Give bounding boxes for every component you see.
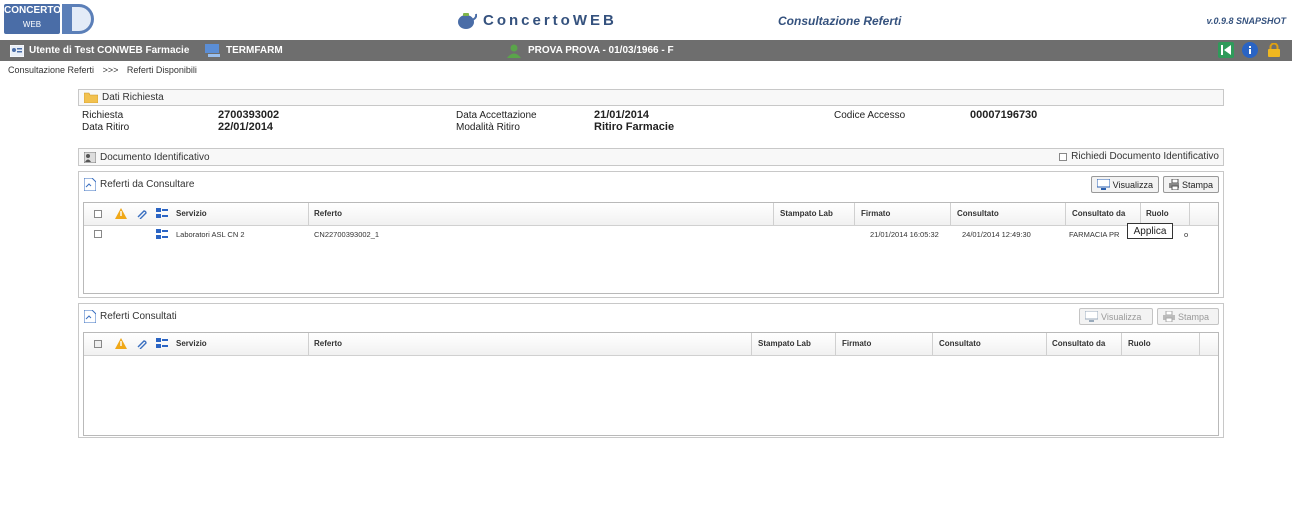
documento-title: Documento Identificativo bbox=[100, 151, 210, 163]
referti-da-consultare-grid: Servizio Referto Stampato Lab Firmato Co… bbox=[83, 202, 1219, 294]
referti-da-consultare-panel: Referti da Consultare Visualizza Stampa … bbox=[78, 171, 1224, 298]
column-stampato[interactable]: Stampato Lab bbox=[780, 209, 833, 218]
dati-richiesta-content: Richiesta 2700393002 Data Ritiro 22/01/2… bbox=[82, 109, 1222, 134]
breadcrumb-item-disponibili[interactable]: Referti Disponibili bbox=[127, 65, 197, 75]
documento-header: Documento Identificativo Richiedi Docume… bbox=[78, 148, 1224, 166]
terminal-info: TERMFARM bbox=[205, 40, 283, 61]
row-consultato: 24/01/2014 12:49:30 bbox=[962, 230, 1031, 239]
attachment-icon bbox=[137, 340, 147, 349]
terminal-icon bbox=[205, 44, 220, 57]
patient-info: PROVA PROVA - 01/03/1966 - F bbox=[507, 40, 674, 61]
userbar-actions bbox=[1218, 42, 1282, 58]
referti-consultati-grid: Servizio Referto Stampato Lab Firmato Co… bbox=[83, 332, 1219, 436]
brand: ConcertoWEB bbox=[455, 8, 617, 32]
row-checkbox[interactable] bbox=[94, 230, 102, 238]
column-firmato[interactable]: Firmato bbox=[842, 339, 871, 348]
info-icon[interactable] bbox=[1242, 42, 1258, 58]
service-icon bbox=[156, 229, 168, 239]
lock-icon[interactable] bbox=[1266, 42, 1282, 58]
breadcrumb-item-consultazione[interactable]: Consultazione Referti bbox=[8, 65, 94, 75]
stampa-button[interactable]: Stampa bbox=[1163, 176, 1219, 193]
column-stampato[interactable]: Stampato Lab bbox=[758, 339, 811, 348]
stampa-consultati-button[interactable]: Stampa bbox=[1157, 308, 1219, 325]
service-icon bbox=[156, 208, 168, 218]
service-icon bbox=[156, 338, 168, 348]
codice-accesso-value: 00007196730 bbox=[970, 109, 1038, 121]
column-ruolo[interactable]: Ruolo bbox=[1128, 339, 1151, 348]
column-consultato[interactable]: Consultato bbox=[957, 209, 999, 218]
grid-header: Servizio Referto Stampato Lab Firmato Co… bbox=[84, 333, 1218, 356]
patient-icon bbox=[507, 44, 521, 58]
column-firmato[interactable]: Firmato bbox=[861, 209, 890, 218]
column-consultato-da[interactable]: Consultato da bbox=[1052, 339, 1105, 348]
teapot-icon bbox=[458, 13, 477, 29]
data-accettazione-label: Data Accettazione bbox=[456, 110, 537, 121]
column-consultato[interactable]: Consultato bbox=[939, 339, 981, 348]
dati-richiesta-header: Dati Richiesta bbox=[78, 89, 1224, 106]
warning-icon bbox=[115, 208, 127, 219]
column-ruolo[interactable]: Ruolo bbox=[1146, 209, 1169, 218]
select-all-checkbox[interactable] bbox=[94, 210, 102, 218]
breadcrumb: Consultazione Referti >>> Referti Dispon… bbox=[8, 65, 203, 75]
column-consultato-da[interactable]: Consultato da bbox=[1072, 209, 1125, 218]
patient-name: PROVA PROVA - 01/03/1966 - F bbox=[528, 45, 674, 56]
warning-icon bbox=[115, 338, 127, 349]
monitor-icon bbox=[1097, 179, 1110, 190]
dati-richiesta-title: Dati Richiesta bbox=[102, 92, 164, 103]
user-info: Utente di Test CONWEB Farmacie bbox=[10, 40, 189, 61]
row-referto: CN22700393002_1 bbox=[314, 230, 380, 239]
document-icon bbox=[84, 177, 96, 191]
id-document-icon bbox=[84, 151, 96, 163]
row-consultato-da: FARMACIA PR bbox=[1069, 230, 1120, 239]
grid-header: Servizio Referto Stampato Lab Firmato Co… bbox=[84, 203, 1218, 226]
app-header: CONCERTO WEB ConcertoWEB Consultazione R… bbox=[0, 0, 1292, 40]
row-servizio: Laboratori ASL CN 2 bbox=[176, 230, 245, 239]
brand-name: ConcertoWEB bbox=[483, 11, 617, 29]
richiedi-documento[interactable]: Richiedi Documento Identificativo bbox=[1059, 151, 1219, 162]
richiesta-label: Richiesta bbox=[82, 110, 124, 121]
referti-consultati-panel: Referti Consultati Visualizza Stampa Ser… bbox=[78, 303, 1224, 438]
home-icon[interactable] bbox=[1218, 42, 1234, 58]
monitor-icon bbox=[1085, 311, 1098, 322]
richiedi-documento-checkbox[interactable] bbox=[1059, 152, 1068, 161]
concerto-logo: CONCERTO WEB bbox=[4, 4, 96, 34]
referti-da-consultare-title: Referti da Consultare bbox=[100, 178, 195, 190]
visualizza-button[interactable]: Visualizza bbox=[1091, 176, 1159, 193]
visualizza-consultati-button[interactable]: Visualizza bbox=[1079, 308, 1153, 325]
column-servizio[interactable]: Servizio bbox=[176, 339, 207, 348]
folder-icon bbox=[84, 92, 98, 103]
page-title: Consultazione Referti bbox=[778, 14, 902, 28]
richiedi-documento-label: Richiedi Documento Identificativo bbox=[1071, 151, 1219, 162]
select-all-checkbox[interactable] bbox=[94, 340, 102, 348]
referti-consultati-title: Referti Consultati bbox=[100, 310, 177, 322]
printer-icon bbox=[1163, 311, 1175, 322]
modalita-ritiro-label: Modalità Ritiro bbox=[456, 122, 520, 133]
terminal-name: TERMFARM bbox=[226, 45, 283, 56]
data-ritiro-label: Data Ritiro bbox=[82, 122, 130, 133]
column-referto[interactable]: Referto bbox=[314, 209, 342, 218]
row-ruolo: o bbox=[1184, 230, 1189, 239]
applica-tooltip: Applica bbox=[1127, 223, 1173, 239]
breadcrumb-separator: >>> bbox=[102, 65, 119, 75]
id-card-icon bbox=[10, 44, 24, 57]
user-bar: Utente di Test CONWEB Farmacie TERMFARM … bbox=[0, 40, 1292, 61]
table-row[interactable]: Laboratori ASL CN 2 CN22700393002_1 21/0… bbox=[84, 225, 1218, 243]
column-referto[interactable]: Referto bbox=[314, 339, 342, 348]
modalita-ritiro-value: Ritiro Farmacie bbox=[594, 121, 675, 133]
data-ritiro-value: 22/01/2014 bbox=[218, 121, 274, 133]
column-servizio[interactable]: Servizio bbox=[176, 209, 207, 218]
document-icon bbox=[84, 309, 96, 323]
user-name: Utente di Test CONWEB Farmacie bbox=[29, 45, 190, 56]
version-label: v.0.9.8 SNAPSHOT bbox=[1206, 16, 1286, 26]
codice-accesso-label: Codice Accesso bbox=[834, 110, 906, 121]
printer-icon bbox=[1169, 179, 1179, 190]
richiesta-value: 2700393002 bbox=[218, 109, 280, 121]
data-accettazione-value: 21/01/2014 bbox=[594, 109, 650, 121]
row-firmato: 21/01/2014 16:05:32 bbox=[870, 230, 939, 239]
attachment-icon bbox=[137, 210, 147, 219]
